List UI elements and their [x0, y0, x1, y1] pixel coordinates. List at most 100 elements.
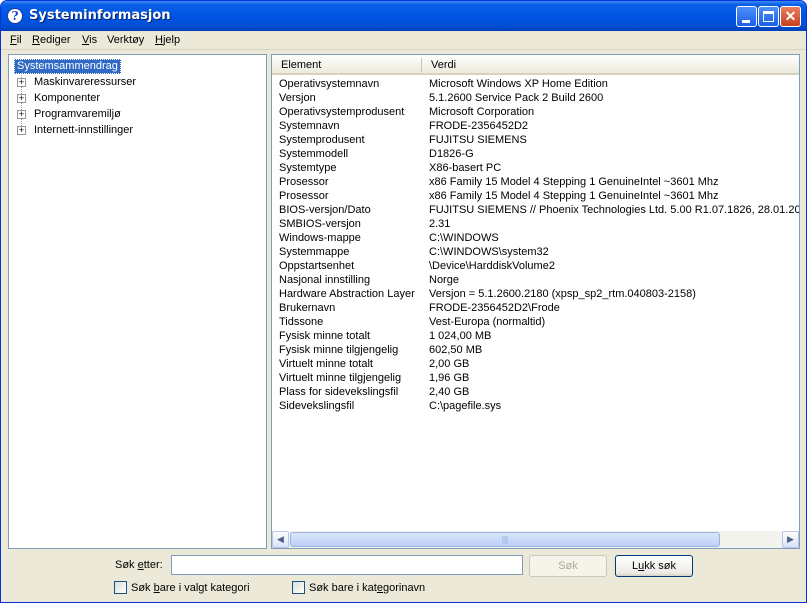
scroll-right-button[interactable]: ▶: [782, 531, 799, 548]
menu-fil[interactable]: Fil: [10, 34, 22, 46]
cell-value: 5.1.2600 Service Pack 2 Build 2600: [429, 92, 604, 104]
cell-element: Operativsystemnavn: [279, 78, 380, 90]
cell-value: \Device\HarddiskVolume2: [429, 260, 555, 272]
search-button[interactable]: Søk: [529, 555, 607, 577]
cell-element: Virtuelt minne tilgjengelig: [279, 372, 402, 384]
cell-value: x86 Family 15 Model 4 Stepping 1 Genuine…: [429, 176, 719, 188]
cell-value: X86-basert PC: [429, 162, 502, 174]
scroll-thumb[interactable]: |||: [290, 532, 720, 547]
menu-rediger[interactable]: Rediger: [32, 34, 71, 46]
cell-value: x86 Family 15 Model 4 Stepping 1 Genuine…: [429, 190, 719, 202]
table-row[interactable]: Systemmodell D1826-G: [272, 148, 799, 162]
expand-plus-icon[interactable]: +: [17, 94, 26, 103]
minimize-button[interactable]: [736, 6, 757, 27]
column-header-verdi[interactable]: Verdi: [431, 59, 456, 71]
expand-plus-icon[interactable]: +: [17, 126, 26, 135]
table-row[interactable]: Operativsystemnavn Microsoft Windows XP H…: [272, 78, 799, 92]
menu-verkty[interactable]: Verktøy: [107, 34, 144, 46]
column-divider[interactable]: [421, 58, 422, 72]
expand-plus-icon[interactable]: +: [17, 78, 26, 87]
table-row[interactable]: Prosessor x86 Family 15 Model 4 Stepping …: [272, 176, 799, 190]
table-row[interactable]: Operativsystemprodusent Microsoft Corpora…: [272, 106, 799, 120]
cell-element: Systemmappe: [279, 246, 350, 258]
column-header-element[interactable]: Element: [281, 59, 321, 71]
tree-item-systemsammendrag[interactable]: Systemsammendrag: [14, 59, 121, 74]
maximize-icon: [763, 11, 774, 22]
cell-value: FRODE-2356452D2\Frode: [429, 302, 560, 314]
cell-element: Prosessor: [279, 176, 329, 188]
grip-icon: |||: [501, 535, 509, 544]
table-row[interactable]: Sidevekslingsfil C:\pagefile.sys: [272, 400, 799, 414]
menu-bar: Fil Rediger Vis Verktøy Hjelp: [1, 31, 806, 50]
cell-value: D1826-G: [429, 148, 474, 160]
scroll-left-button[interactable]: ◀: [272, 531, 289, 548]
tree-item-label: Komponenter: [34, 92, 101, 104]
cell-value: C:\WINDOWS: [429, 232, 499, 244]
table-row[interactable]: Tidssone Vest-Europa (normaltid): [272, 316, 799, 330]
tree-item-label: Maskinvareressurser: [34, 76, 137, 88]
table-row[interactable]: Systemmappe C:\WINDOWS\system32: [272, 246, 799, 260]
cell-element: Plass for sidevekslingsfil: [279, 386, 399, 398]
checkbox-box[interactable]: [114, 581, 127, 594]
cell-element: BIOS-versjon/Dato: [279, 204, 371, 216]
expand-plus-icon[interactable]: +: [17, 110, 26, 119]
checkbox-box[interactable]: [292, 581, 305, 594]
table-row[interactable]: Fysisk minne tilgjengelig 602,50 MB: [272, 344, 799, 358]
table-row[interactable]: Systemprodusent FUJITSU SIEMENS: [272, 134, 799, 148]
table-row[interactable]: Brukernavn FRODE-2356452D2\Frode: [272, 302, 799, 316]
cell-value: 1 024,00 MB: [429, 330, 492, 342]
arrow-left-icon: ◀: [277, 534, 284, 544]
search-input[interactable]: [171, 555, 523, 575]
cell-element: Tidssone: [279, 316, 324, 328]
cell-element: Systemprodusent: [279, 134, 365, 146]
title-bar[interactable]: ? Systeminformasjon ✕: [1, 1, 806, 31]
table-row[interactable]: SMBIOS-versjon 2.31: [272, 218, 799, 232]
table-row[interactable]: Plass for sidevekslingsfil 2,40 GB: [272, 386, 799, 400]
close-window-button[interactable]: ✕: [780, 6, 801, 27]
app-window: ? Systeminformasjon ✕ Fil Rediger Vis Verkt…: [0, 0, 807, 603]
table-row[interactable]: Virtuelt minne tilgjengelig 1,96 GB: [272, 372, 799, 386]
list-header: Element Verdi: [272, 55, 799, 75]
cell-element: Systemnavn: [279, 120, 340, 132]
menu-vis[interactable]: Vis: [82, 34, 97, 46]
table-row[interactable]: Virtuelt minne totalt 2,00 GB: [272, 358, 799, 372]
table-row[interactable]: Prosessor x86 Family 15 Model 4 Stepping …: [272, 190, 799, 204]
search-label: Søk etter:: [115, 559, 163, 571]
cell-element: Systemtype: [279, 162, 337, 174]
table-row[interactable]: Hardware Abstraction Layer Versjon = 5.1.…: [272, 288, 799, 302]
cell-value: FRODE-2356452D2: [429, 120, 529, 132]
cell-element: Nasjonal innstilling: [279, 274, 371, 286]
horizontal-scrollbar[interactable]: ◀ ||| ▶: [272, 531, 799, 548]
checkbox-label: Søk bare i kategorinavn: [309, 582, 426, 594]
cell-element: Sidevekslingsfil: [279, 400, 355, 412]
maximize-button[interactable]: [758, 6, 779, 27]
cell-element: SMBIOS-versjon: [279, 218, 361, 230]
table-row[interactable]: Windows-mappe C:\WINDOWS: [272, 232, 799, 246]
list-body: Operativsystemnavn Microsoft Windows XP H…: [272, 77, 799, 529]
table-row[interactable]: Versjon 5.1.2600 Service Pack 2 Build 260…: [272, 92, 799, 106]
cell-value: 1,96 GB: [429, 372, 470, 384]
cell-value: Microsoft Corporation: [429, 106, 535, 118]
cell-element: Systemmodell: [279, 148, 349, 160]
cell-element: Fysisk minne tilgjengelig: [279, 344, 399, 356]
table-row[interactable]: Fysisk minne totalt 1 024,00 MB: [272, 330, 799, 344]
cell-value: 2,40 GB: [429, 386, 470, 398]
cell-value: C:\WINDOWS\system32: [429, 246, 549, 258]
checkbox-label: Søk bare i valgt kategori: [131, 582, 250, 594]
minimize-icon: [742, 20, 750, 23]
cell-value: Vest-Europa (normaltid): [429, 316, 546, 328]
table-row[interactable]: Oppstartsenhet \Device\HarddiskVolume2: [272, 260, 799, 274]
close-search-button[interactable]: Lukk søk: [615, 555, 693, 577]
cell-value: 2.31: [429, 218, 451, 230]
table-row[interactable]: Systemnavn FRODE-2356452D2: [272, 120, 799, 134]
table-row[interactable]: BIOS-versjon/Dato FUJITSU SIEMENS // Phoe…: [272, 204, 799, 218]
cell-element: Prosessor: [279, 190, 329, 202]
table-row[interactable]: Nasjonal innstilling Norge: [272, 274, 799, 288]
details-list[interactable]: Element Verdi Operativsystemnavn Microsof…: [271, 54, 800, 549]
table-row[interactable]: Systemtype X86-basert PC: [272, 162, 799, 176]
menu-hjelp[interactable]: Hjelp: [155, 34, 180, 46]
arrow-right-icon: ▶: [787, 534, 794, 544]
category-tree[interactable]: Systemsammendrag + Maskinvareressurser + Ko…: [8, 54, 267, 549]
cell-element: Fysisk minne totalt: [279, 330, 371, 342]
cell-value: C:\pagefile.sys: [429, 400, 502, 412]
